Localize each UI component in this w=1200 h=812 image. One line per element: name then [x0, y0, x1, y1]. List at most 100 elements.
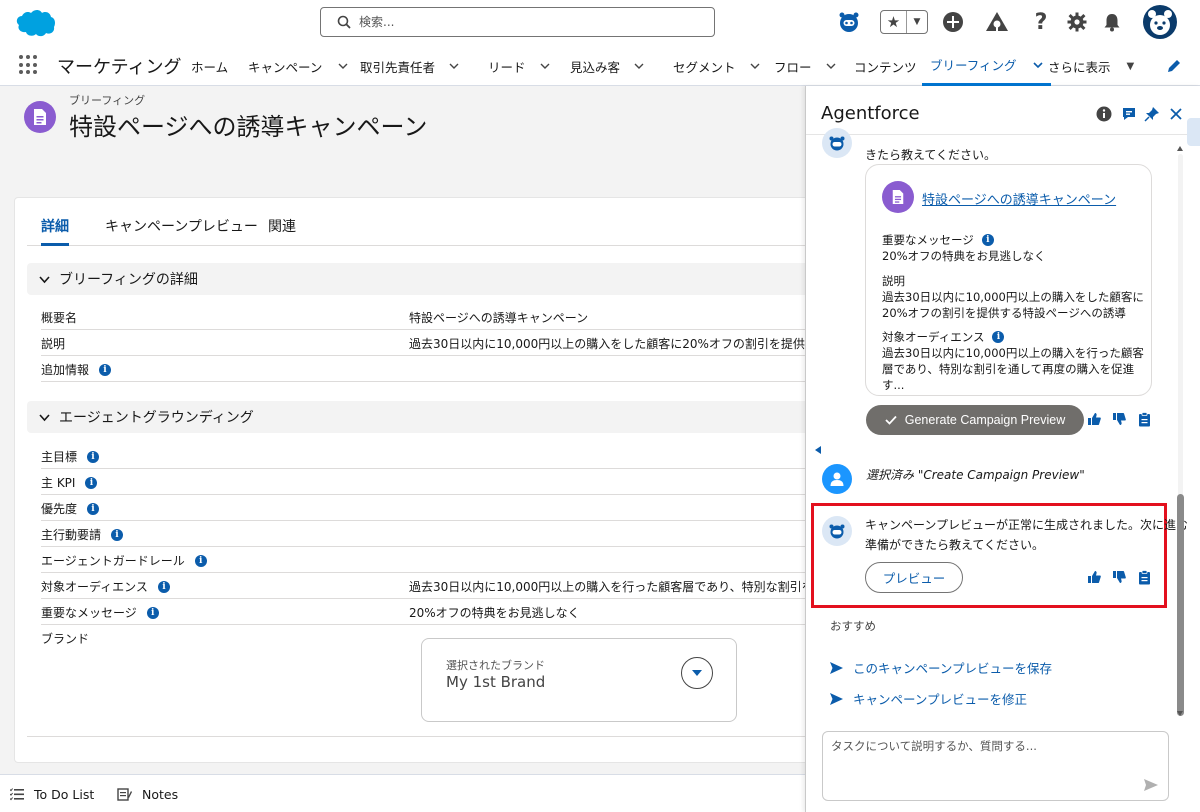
chevron-down-icon[interactable]: [634, 61, 644, 71]
salesforce-logo[interactable]: [13, 8, 57, 38]
agentforce-panel: Agentforce きたら教えてください。 特設ページへの誘導キャンペーン 重…: [805, 86, 1200, 812]
nav-item-prospects[interactable]: 見込み客: [570, 46, 644, 86]
chevron-down-icon[interactable]: [540, 61, 550, 71]
setup-gear-icon[interactable]: [1064, 9, 1090, 35]
new-chat-icon[interactable]: [1121, 106, 1137, 122]
info-icon[interactable]: i: [981, 234, 994, 246]
field-label-text: 対象オーディエンス: [41, 580, 148, 594]
agent-icon[interactable]: [836, 9, 862, 35]
nav-item-more[interactable]: さらに表示 ▼: [1048, 46, 1134, 86]
chat-input-box[interactable]: [822, 731, 1169, 801]
nav-item-campaigns[interactable]: キャンペーン: [248, 46, 348, 86]
chevron-down-icon[interactable]: [750, 61, 760, 71]
field-label-text: 追加情報: [41, 363, 90, 377]
chevron-down-icon[interactable]: [338, 61, 348, 71]
chevron-down-icon[interactable]: [826, 61, 836, 71]
brand-selector-label: 選択されたブランド: [446, 659, 545, 672]
info-icon[interactable]: i: [194, 554, 207, 567]
section-briefing-details[interactable]: ブリーフィングの詳細: [27, 263, 827, 295]
nav-item-leads[interactable]: リード: [488, 46, 550, 86]
caret-down-icon[interactable]: ▼: [1127, 61, 1135, 72]
chevron-down-icon[interactable]: [1032, 60, 1043, 70]
record-link[interactable]: 特設ページへの誘導キャンペーン: [922, 189, 1116, 208]
agent-avatar-icon: [822, 128, 852, 158]
info-icon[interactable]: i: [87, 502, 100, 515]
info-icon[interactable]: i: [99, 363, 112, 376]
clipboard-icon[interactable]: [1136, 411, 1152, 427]
generate-campaign-preview-button[interactable]: Generate Campaign Preview: [866, 405, 1084, 435]
nav-item-content[interactable]: コンテンツ: [854, 46, 917, 86]
thumbs-up-icon[interactable]: [1086, 411, 1102, 427]
todo-list-icon: [10, 788, 24, 801]
collapse-caret-icon[interactable]: [815, 446, 821, 454]
nav-item-contacts[interactable]: 取引先責任者: [360, 46, 459, 86]
nav-item-label: キャンペーン: [248, 59, 323, 75]
panel-side-tab[interactable]: [1187, 118, 1200, 146]
field-row: 主 KPI i: [41, 469, 821, 495]
global-add-icon[interactable]: [940, 9, 966, 35]
nav-item-home[interactable]: ホーム: [191, 46, 228, 86]
nav-item-label: フロー: [774, 59, 812, 75]
chat-input[interactable]: [831, 738, 1141, 794]
nav-item-flows[interactable]: フロー: [774, 46, 836, 86]
utility-label: To Do List: [34, 787, 95, 802]
feedback-icons: [1086, 411, 1152, 427]
field-label: 重要なメッセージ i: [41, 604, 159, 621]
field-value: 過去30日以内に10,000円以上の購入をした顧客に20%オフの割引を提供する: [409, 337, 819, 351]
field-label-text: 重要なメッセージ: [41, 606, 137, 620]
user-avatar-icon: [822, 464, 852, 494]
card-field-label-text: 対象オーディエンス: [882, 330, 985, 344]
chevron-down-icon[interactable]: [449, 61, 459, 71]
recommendation-save-preview[interactable]: このキャンペーンプレビューを保存: [830, 658, 1052, 677]
tab-campaign-preview[interactable]: キャンペーンプレビュー: [105, 212, 258, 246]
notifications-bell-icon[interactable]: [1099, 9, 1125, 35]
thumbs-down-icon[interactable]: [1111, 411, 1127, 427]
info-icon[interactable]: i: [85, 476, 98, 489]
info-icon[interactable]: [1096, 106, 1112, 122]
info-icon[interactable]: i: [87, 450, 100, 463]
field-row: 概要名 特設ページへの誘導キャンペーン: [41, 304, 821, 330]
recommendation-edit-preview[interactable]: キャンペーンプレビューを修正: [830, 689, 1027, 708]
card-field-value: 過去30日以内に10,000円以上の購入をした顧客に: [882, 290, 1144, 304]
info-icon[interactable]: i: [111, 528, 124, 541]
send-icon[interactable]: [1144, 778, 1158, 792]
preview-button[interactable]: プレビュー: [865, 562, 963, 593]
section-title: エージェントグラウンディング: [59, 410, 254, 426]
global-search-input[interactable]: [359, 12, 699, 32]
utility-notes[interactable]: Notes: [117, 787, 178, 802]
card-field-label: 重要なメッセージ i: [882, 232, 994, 248]
field-label-text: 主 KPI: [41, 476, 76, 490]
caret-down-icon: [692, 670, 702, 676]
section-agent-grounding[interactable]: エージェントグラウンディング: [27, 401, 827, 433]
favorites-group[interactable]: ★ ▼: [880, 10, 928, 34]
info-icon[interactable]: i: [146, 606, 159, 619]
agentforce-title: Agentforce: [821, 103, 920, 124]
card-field-value: 20%オフの割引を提供する特設ページへの誘導: [882, 306, 1126, 320]
brand-dropdown-button[interactable]: [681, 657, 713, 689]
pin-icon[interactable]: [1144, 106, 1160, 122]
field-row: 対象オーディエンス i 過去30日以内に10,000円以上の購入を行った顧客層であ…: [41, 573, 821, 599]
agent-message: 準備ができたら教えてください。: [865, 538, 1045, 552]
info-icon[interactable]: i: [157, 580, 170, 593]
tab-related[interactable]: 関連: [268, 212, 296, 246]
card-field-label: 対象オーディエンス i: [882, 329, 1005, 345]
close-icon[interactable]: [1168, 106, 1184, 122]
tab-details[interactable]: 詳細: [41, 212, 69, 246]
thumbs-up-icon[interactable]: [1086, 569, 1102, 585]
nav-item-briefings[interactable]: ブリーフィング: [922, 46, 1051, 86]
user-avatar-icon[interactable]: [1143, 5, 1177, 39]
thumbs-down-icon[interactable]: [1111, 569, 1127, 585]
trailhead-icon[interactable]: [984, 9, 1010, 35]
clipboard-icon[interactable]: [1136, 569, 1152, 585]
app-launcher-icon[interactable]: [19, 55, 39, 75]
global-search[interactable]: [320, 7, 715, 37]
utility-todo-list[interactable]: To Do List: [10, 787, 94, 802]
help-icon[interactable]: ?: [1028, 9, 1054, 35]
nav-item-segments[interactable]: セグメント: [673, 46, 760, 86]
info-icon[interactable]: i: [992, 331, 1005, 343]
brand-selector[interactable]: 選択されたブランド My 1st Brand: [421, 638, 737, 722]
edit-nav-pencil-icon[interactable]: [1166, 58, 1182, 74]
favorites-dropdown-icon[interactable]: ▼: [907, 17, 927, 27]
chat-scrollbar[interactable]: [1176, 146, 1184, 716]
favorites-star-icon[interactable]: ★: [881, 11, 907, 33]
